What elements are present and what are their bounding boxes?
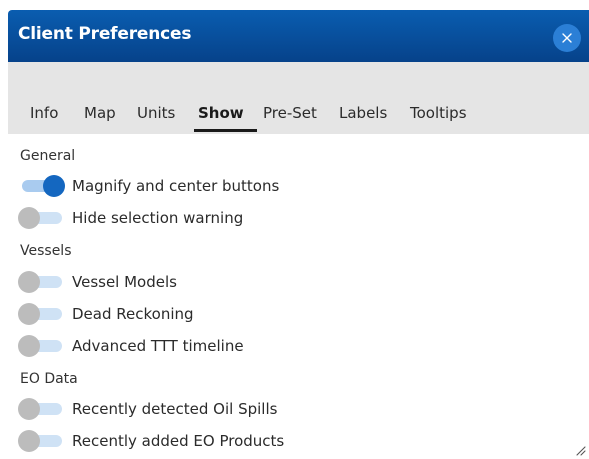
toggle-recent-oil-spills[interactable] bbox=[18, 398, 64, 420]
tab-map[interactable]: Map bbox=[84, 104, 116, 122]
section-heading-eo-data: EO Data bbox=[20, 371, 78, 387]
setting-row-magnify-center: Magnify and center buttons bbox=[18, 174, 438, 198]
toggle-knob bbox=[18, 430, 40, 452]
toggle-knob bbox=[18, 398, 40, 420]
setting-row-advanced-ttt-timeline: Advanced TTT timeline bbox=[18, 334, 438, 358]
toggle-vessel-models[interactable] bbox=[18, 271, 64, 293]
setting-label: Hide selection warning bbox=[72, 209, 244, 227]
setting-label: Dead Reckoning bbox=[72, 305, 194, 323]
toggle-recent-eo-products[interactable] bbox=[18, 430, 64, 452]
setting-label: Recently detected Oil Spills bbox=[72, 400, 278, 418]
toggle-knob bbox=[43, 175, 65, 197]
setting-row-recent-eo-products: Recently added EO Products bbox=[18, 429, 438, 453]
setting-row-dead-reckoning: Dead Reckoning bbox=[18, 302, 438, 326]
resize-handle-icon[interactable] bbox=[574, 444, 586, 456]
dialog-header: Client Preferences bbox=[8, 10, 589, 62]
toggle-knob bbox=[18, 271, 40, 293]
close-button[interactable] bbox=[553, 24, 581, 52]
tab-tooltips[interactable]: Tooltips bbox=[410, 104, 467, 122]
toggle-knob bbox=[18, 335, 40, 357]
tab-units[interactable]: Units bbox=[137, 104, 175, 122]
toggle-magnify-center[interactable] bbox=[18, 175, 65, 197]
toggle-knob bbox=[18, 303, 40, 325]
setting-label: Recently added EO Products bbox=[72, 432, 285, 450]
toggle-dead-reckoning[interactable] bbox=[18, 303, 64, 325]
setting-row-recent-oil-spills: Recently detected Oil Spills bbox=[18, 397, 438, 421]
section-heading-general: General bbox=[20, 148, 76, 164]
tab-show[interactable]: Show bbox=[198, 104, 244, 122]
setting-row-hide-selection-warning: Hide selection warning bbox=[18, 206, 438, 230]
setting-row-vessel-models: Vessel Models bbox=[18, 270, 438, 294]
close-icon bbox=[562, 33, 572, 43]
tab-bar: Info Map Units Show Pre-Set Labels Toolt… bbox=[8, 62, 589, 134]
toggle-hide-selection-warning[interactable] bbox=[18, 207, 64, 229]
setting-label: Vessel Models bbox=[72, 273, 177, 291]
tab-info[interactable]: Info bbox=[30, 104, 58, 122]
setting-label: Magnify and center buttons bbox=[72, 177, 280, 195]
dialog-title: Client Preferences bbox=[18, 24, 192, 44]
section-heading-vessels: Vessels bbox=[20, 243, 72, 259]
setting-label: Advanced TTT timeline bbox=[72, 337, 244, 355]
toggle-knob bbox=[18, 207, 40, 229]
active-tab-indicator bbox=[194, 129, 257, 132]
tab-labels[interactable]: Labels bbox=[339, 104, 387, 122]
toggle-advanced-ttt-timeline[interactable] bbox=[18, 335, 64, 357]
tab-pre-set[interactable]: Pre-Set bbox=[263, 104, 317, 122]
client-preferences-dialog: Client Preferences Info Map Units Show P… bbox=[0, 0, 589, 459]
